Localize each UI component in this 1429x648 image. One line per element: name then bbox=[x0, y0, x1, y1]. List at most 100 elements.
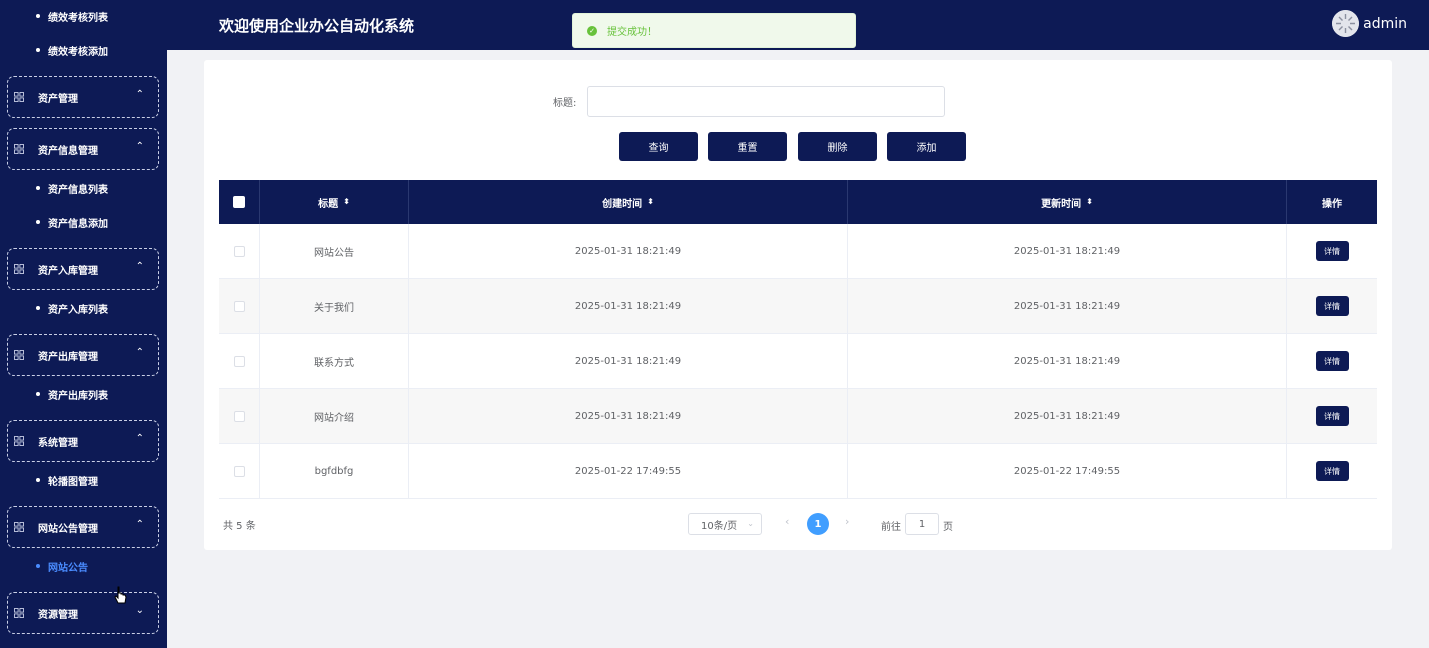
chevron-up-icon: ⌃ bbox=[135, 347, 144, 358]
sidebar-item[interactable]: 绩效考核添加 bbox=[0, 34, 167, 66]
bullet-icon bbox=[36, 14, 40, 18]
column-header-title[interactable]: 标题 ⬍ bbox=[260, 180, 409, 224]
grid-icon bbox=[14, 522, 24, 532]
cell-updated: 2025-01-31 18:21:49 bbox=[848, 279, 1287, 333]
query-button[interactable]: 查询 bbox=[619, 132, 698, 161]
check-circle-icon: ✓ bbox=[587, 25, 597, 36]
column-label: 标题 bbox=[318, 198, 339, 210]
cell-updated: 2025-01-31 18:21:49 bbox=[848, 334, 1287, 388]
sidebar-group[interactable]: 资产管理 ⌃ bbox=[7, 76, 159, 118]
sidebar-group[interactable]: 网站公告管理 ⌃ bbox=[7, 506, 159, 548]
cell-updated: 2025-01-31 18:21:49 bbox=[848, 389, 1287, 443]
cell-updated: 2025-01-22 17:49:55 bbox=[848, 444, 1287, 498]
row-select-cell bbox=[219, 389, 260, 443]
chevron-up-icon: ⌃ bbox=[135, 141, 144, 152]
next-page-button[interactable]: › bbox=[845, 515, 849, 528]
sidebar-item[interactable]: 资产入库列表 bbox=[0, 292, 167, 324]
select-all-checkbox[interactable] bbox=[233, 196, 245, 208]
sidebar-item-label: 轮播图管理 bbox=[48, 476, 98, 488]
sidebar-item-label: 资产出库列表 bbox=[48, 390, 108, 402]
sidebar-item[interactable]: 资产信息列表 bbox=[0, 172, 167, 204]
cell-title: bgfdbfg bbox=[260, 444, 409, 498]
column-label: 更新时间 bbox=[1041, 198, 1082, 210]
detail-button[interactable]: 详情 bbox=[1315, 351, 1349, 371]
sidebar-group-label: 网站公告管理 bbox=[38, 523, 98, 535]
cell-title: 联系方式 bbox=[260, 334, 409, 388]
prev-page-button[interactable]: ‹ bbox=[785, 515, 789, 528]
cell-actions: 详情 bbox=[1287, 224, 1377, 278]
cell-created: 2025-01-22 17:49:55 bbox=[409, 444, 848, 498]
sidebar-group[interactable]: 资产信息管理 ⌃ bbox=[7, 128, 159, 170]
username[interactable]: admin bbox=[1363, 16, 1407, 32]
page-number-current[interactable]: 1 bbox=[807, 513, 829, 535]
page-size-select[interactable]: 10条/页 ⌄ bbox=[688, 513, 762, 535]
table-row: bgfdbfg 2025-01-22 17:49:55 2025-01-22 17:… bbox=[219, 444, 1377, 499]
cell-updated: 2025-01-31 18:21:49 bbox=[848, 224, 1287, 278]
row-checkbox[interactable] bbox=[233, 355, 245, 367]
sidebar-group-label: 资产信息管理 bbox=[38, 145, 98, 157]
sidebar-item[interactable]: 资产信息添加 bbox=[0, 206, 167, 238]
avatar-icon bbox=[1332, 10, 1359, 37]
chevron-down-icon: ⌄ bbox=[747, 519, 754, 528]
cell-actions: 详情 bbox=[1287, 389, 1377, 443]
row-select-cell bbox=[219, 444, 260, 498]
row-select-cell bbox=[219, 334, 260, 388]
sidebar-group-label: 资产管理 bbox=[38, 93, 78, 105]
chevron-up-icon: ⌃ bbox=[135, 433, 144, 444]
cell-actions: 详情 bbox=[1287, 444, 1377, 498]
success-toast: ✓ 提交成功！ bbox=[572, 13, 856, 48]
sort-icon[interactable]: ⬍ bbox=[343, 198, 350, 206]
bullet-icon bbox=[36, 478, 40, 482]
reset-button[interactable]: 重置 bbox=[708, 132, 787, 161]
column-label: 创建时间 bbox=[602, 198, 643, 210]
row-checkbox[interactable] bbox=[233, 465, 245, 477]
chevron-up-icon: ⌃ bbox=[135, 89, 144, 100]
bullet-icon bbox=[36, 186, 40, 190]
sidebar-group-label: 资源管理 bbox=[38, 609, 78, 621]
sidebar-group[interactable]: 资源管理 ⌄ bbox=[7, 592, 159, 634]
table-row: 网站公告 2025-01-31 18:21:49 2025-01-31 18:21:… bbox=[219, 224, 1377, 279]
sidebar-group[interactable]: 资产出库管理 ⌃ bbox=[7, 334, 159, 376]
sidebar-item[interactable]: 绩效考核列表 bbox=[0, 0, 167, 32]
content-card: 标题: 查询 重置 删除 添加 标题 ⬍ 创建时间 ⬍ 更新时间 ⬍ 操作 网站… bbox=[204, 60, 1392, 550]
bullet-icon bbox=[36, 220, 40, 224]
goto-page-input[interactable]: 1 bbox=[905, 513, 939, 535]
column-header-created[interactable]: 创建时间 ⬍ bbox=[409, 180, 848, 224]
table-row: 网站介绍 2025-01-31 18:21:49 2025-01-31 18:21:… bbox=[219, 389, 1377, 444]
cell-created: 2025-01-31 18:21:49 bbox=[409, 389, 848, 443]
detail-button[interactable]: 详情 bbox=[1315, 461, 1349, 481]
page-size-value: 10条/页 bbox=[701, 520, 738, 532]
goto-label: 前往 bbox=[881, 522, 901, 533]
column-header-updated[interactable]: 更新时间 ⬍ bbox=[848, 180, 1287, 224]
detail-button[interactable]: 详情 bbox=[1315, 241, 1349, 261]
row-select-cell bbox=[219, 224, 260, 278]
add-button[interactable]: 添加 bbox=[887, 132, 966, 161]
cell-actions: 详情 bbox=[1287, 334, 1377, 388]
row-checkbox[interactable] bbox=[233, 245, 245, 257]
detail-button[interactable]: 详情 bbox=[1315, 406, 1349, 426]
sort-icon[interactable]: ⬍ bbox=[647, 198, 654, 206]
sidebar-item[interactable]: 网站公告 bbox=[0, 550, 167, 582]
title-search-input[interactable] bbox=[587, 86, 945, 117]
row-checkbox[interactable] bbox=[233, 300, 245, 312]
total-count: 共 5 条 bbox=[223, 521, 256, 532]
sidebar-item[interactable]: 轮播图管理 bbox=[0, 464, 167, 496]
toast-message: 提交成功！ bbox=[607, 27, 657, 38]
detail-button[interactable]: 详情 bbox=[1315, 296, 1349, 316]
sidebar-item-label: 资产入库列表 bbox=[48, 304, 108, 316]
sidebar-group[interactable]: 系统管理 ⌃ bbox=[7, 420, 159, 462]
delete-button[interactable]: 删除 bbox=[798, 132, 877, 161]
sidebar-group[interactable]: 资产入库管理 ⌃ bbox=[7, 248, 159, 290]
grid-icon bbox=[14, 350, 24, 360]
chevron-up-icon: ⌃ bbox=[135, 519, 144, 530]
app-title: 欢迎使用企业办公自动化系统 bbox=[219, 17, 415, 35]
cell-actions: 详情 bbox=[1287, 279, 1377, 333]
select-all-cell bbox=[219, 180, 260, 224]
sidebar-item-label: 绩效考核添加 bbox=[48, 46, 108, 58]
row-checkbox[interactable] bbox=[233, 410, 245, 422]
sidebar-item[interactable]: 资产出库列表 bbox=[0, 378, 167, 410]
sort-icon[interactable]: ⬍ bbox=[1086, 198, 1093, 206]
sidebar-item-label: 资产信息添加 bbox=[48, 218, 108, 230]
avatar[interactable] bbox=[1332, 10, 1359, 37]
cell-created: 2025-01-31 18:21:49 bbox=[409, 279, 848, 333]
